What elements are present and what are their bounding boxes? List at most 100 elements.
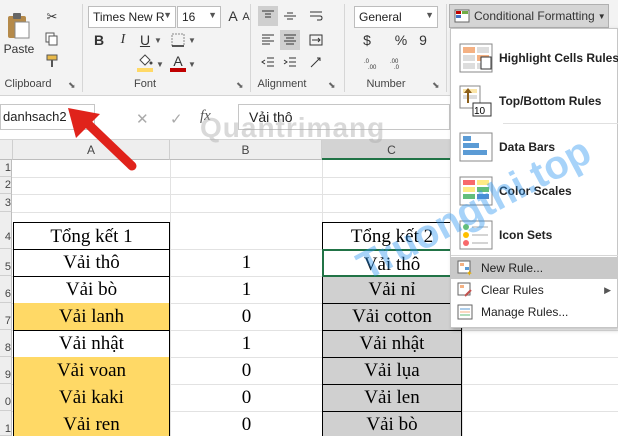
paste-button[interactable]: Paste — [2, 4, 36, 64]
wrap-text-button[interactable] — [306, 6, 326, 26]
cell-a10-highlighted[interactable]: Vải kaki — [13, 384, 170, 412]
borders-dropdown[interactable]: ▼ — [188, 33, 196, 47]
menu-item-clear-rules[interactable]: Clear Rules ▶ — [451, 279, 618, 301]
row-header[interactable]: 7 — [0, 303, 12, 330]
paste-icon — [8, 13, 30, 39]
currency-icon: $ — [363, 32, 371, 48]
italic-button[interactable]: I — [114, 30, 132, 50]
menu-item-new-rule[interactable]: ✦ New Rule... — [451, 257, 618, 279]
menu-item-highlight-cells-rules[interactable]: Highlight Cells Rules — [451, 37, 618, 79]
cell-a9-highlighted[interactable]: Vải voan — [13, 357, 170, 385]
row-number: 4 — [4, 231, 11, 243]
cell-a8[interactable]: Vải nhật — [13, 330, 170, 358]
alignment-launcher-icon[interactable]: ⬊ — [328, 80, 336, 91]
cell-text: 0 — [241, 306, 252, 327]
top-align-button[interactable] — [258, 6, 278, 26]
cell-text: Vải nhật — [359, 333, 425, 354]
underline-dropdown[interactable]: ▼ — [154, 33, 162, 47]
cell-a11-highlighted[interactable]: Vải ren — [13, 411, 170, 436]
bold-icon: B — [93, 32, 105, 48]
cell-a7-highlighted[interactable]: Vải lanh — [13, 303, 170, 331]
font-color-button[interactable]: A — [168, 52, 188, 74]
font-name-combo[interactable]: Times New R ▼ — [88, 6, 176, 28]
underline-button[interactable]: U — [136, 30, 154, 50]
cell-text: Vải kaki — [59, 387, 124, 408]
font-color-dropdown[interactable]: ▼ — [188, 57, 196, 71]
menu-separator — [451, 255, 618, 256]
bold-button[interactable]: B — [90, 30, 108, 50]
cell-b5[interactable]: 1 — [171, 250, 322, 276]
borders-button[interactable] — [168, 30, 188, 50]
align-left-button[interactable] — [258, 30, 278, 50]
cell-text: 0 — [241, 387, 252, 408]
svg-text:10: 10 — [474, 106, 486, 117]
row-header[interactable]: 4 — [0, 212, 12, 249]
font-launcher-icon[interactable]: ⬊ — [236, 80, 244, 91]
menu-item-manage-rules[interactable]: Manage Rules... — [451, 301, 618, 323]
row-header[interactable]: 9 — [0, 357, 12, 384]
number-launcher-icon[interactable]: ⬊ — [432, 80, 440, 91]
fill-color-swatch — [137, 68, 153, 72]
cell-b9[interactable]: 0 — [171, 358, 322, 384]
align-center-button[interactable] — [280, 30, 300, 50]
merge-center-button[interactable] — [306, 30, 326, 50]
row-header[interactable]: 5 — [0, 249, 12, 276]
menu-item-top-bottom-rules[interactable]: 10 Top/Bottom Rules — [451, 79, 618, 123]
cell-b6[interactable]: 1 — [171, 277, 322, 303]
cell-text: Vải lụa — [364, 360, 420, 381]
cell-c10-selected[interactable]: Vải len — [322, 385, 462, 412]
fill-color-button[interactable] — [134, 52, 156, 74]
cell-text: 0 — [241, 414, 252, 435]
conditional-formatting-label: Conditional Formatting — [474, 9, 595, 23]
conditional-formatting-button[interactable]: Conditional Formatting ▼ — [449, 4, 609, 28]
row-header[interactable]: 2 — [0, 177, 12, 194]
cell-c9-selected[interactable]: Vải lụa — [322, 358, 462, 385]
copy-icon — [45, 32, 58, 46]
indent-button[interactable] — [258, 52, 278, 72]
italic-icon: I — [120, 32, 126, 47]
cell-text: 1 — [241, 252, 252, 273]
row-header[interactable]: 1 — [0, 160, 12, 177]
comma-style-button[interactable]: 9 — [414, 30, 432, 50]
confirm-entry-button[interactable]: ✓ — [170, 110, 183, 128]
middle-align-button[interactable] — [280, 6, 300, 26]
cell-b7[interactable]: 0 — [171, 304, 322, 330]
cell-b10[interactable]: 0 — [171, 385, 322, 411]
number-format-combo[interactable]: General ▼ — [354, 6, 438, 28]
fill-color-dropdown[interactable]: ▼ — [156, 57, 164, 71]
row-header[interactable]: 0 — [0, 384, 12, 411]
cell-text: Vải ren — [63, 414, 120, 435]
cell-c6-selected[interactable]: Vải nỉ — [322, 277, 462, 304]
cell-c8-selected[interactable]: Vải nhật — [322, 331, 462, 358]
row-header[interactable]: 8 — [0, 330, 12, 357]
font-size-combo[interactable]: 16 ▼ — [177, 6, 221, 28]
select-all-corner[interactable] — [0, 140, 13, 160]
clipboard-launcher-icon[interactable]: ⬊ — [68, 80, 76, 91]
orientation-button[interactable] — [306, 52, 326, 72]
currency-button[interactable]: $ — [358, 30, 376, 50]
row-header[interactable]: 1 — [0, 411, 12, 436]
row-header[interactable]: 6 — [0, 276, 12, 303]
cell-a4-header[interactable]: Tổng kết 1 — [13, 222, 170, 250]
decrease-decimal-button[interactable]: .00.0 — [388, 54, 408, 72]
cell-a6[interactable]: Vải bò — [13, 276, 170, 304]
cell-c11-selected[interactable]: Vải bò — [322, 412, 462, 436]
increase-indent-button[interactable] — [280, 52, 300, 72]
cell-b8[interactable]: 1 — [171, 331, 322, 357]
cut-button[interactable]: ✂ — [38, 8, 66, 26]
increase-font-button[interactable]: A — [226, 6, 240, 26]
cell-text: Vải bò — [366, 414, 418, 435]
decrease-decimal-icon: .00.0 — [390, 59, 400, 69]
cell-a5[interactable]: Vải thô — [13, 249, 170, 277]
row-header[interactable]: 3 — [0, 194, 12, 212]
font-color-icon: A — [173, 53, 183, 69]
scissors-icon: ✂ — [46, 9, 58, 24]
menu-item-label: Top/Bottom Rules — [499, 94, 602, 108]
cell-b11[interactable]: 0 — [171, 412, 322, 436]
increase-decimal-button[interactable]: .0.00 — [362, 54, 382, 72]
format-painter-button[interactable] — [38, 52, 66, 70]
copy-button[interactable] — [38, 30, 66, 48]
cell-c7-selected[interactable]: Vải cotton — [322, 304, 462, 331]
percent-button[interactable]: % — [392, 30, 410, 50]
clear-rules-icon — [457, 282, 472, 297]
